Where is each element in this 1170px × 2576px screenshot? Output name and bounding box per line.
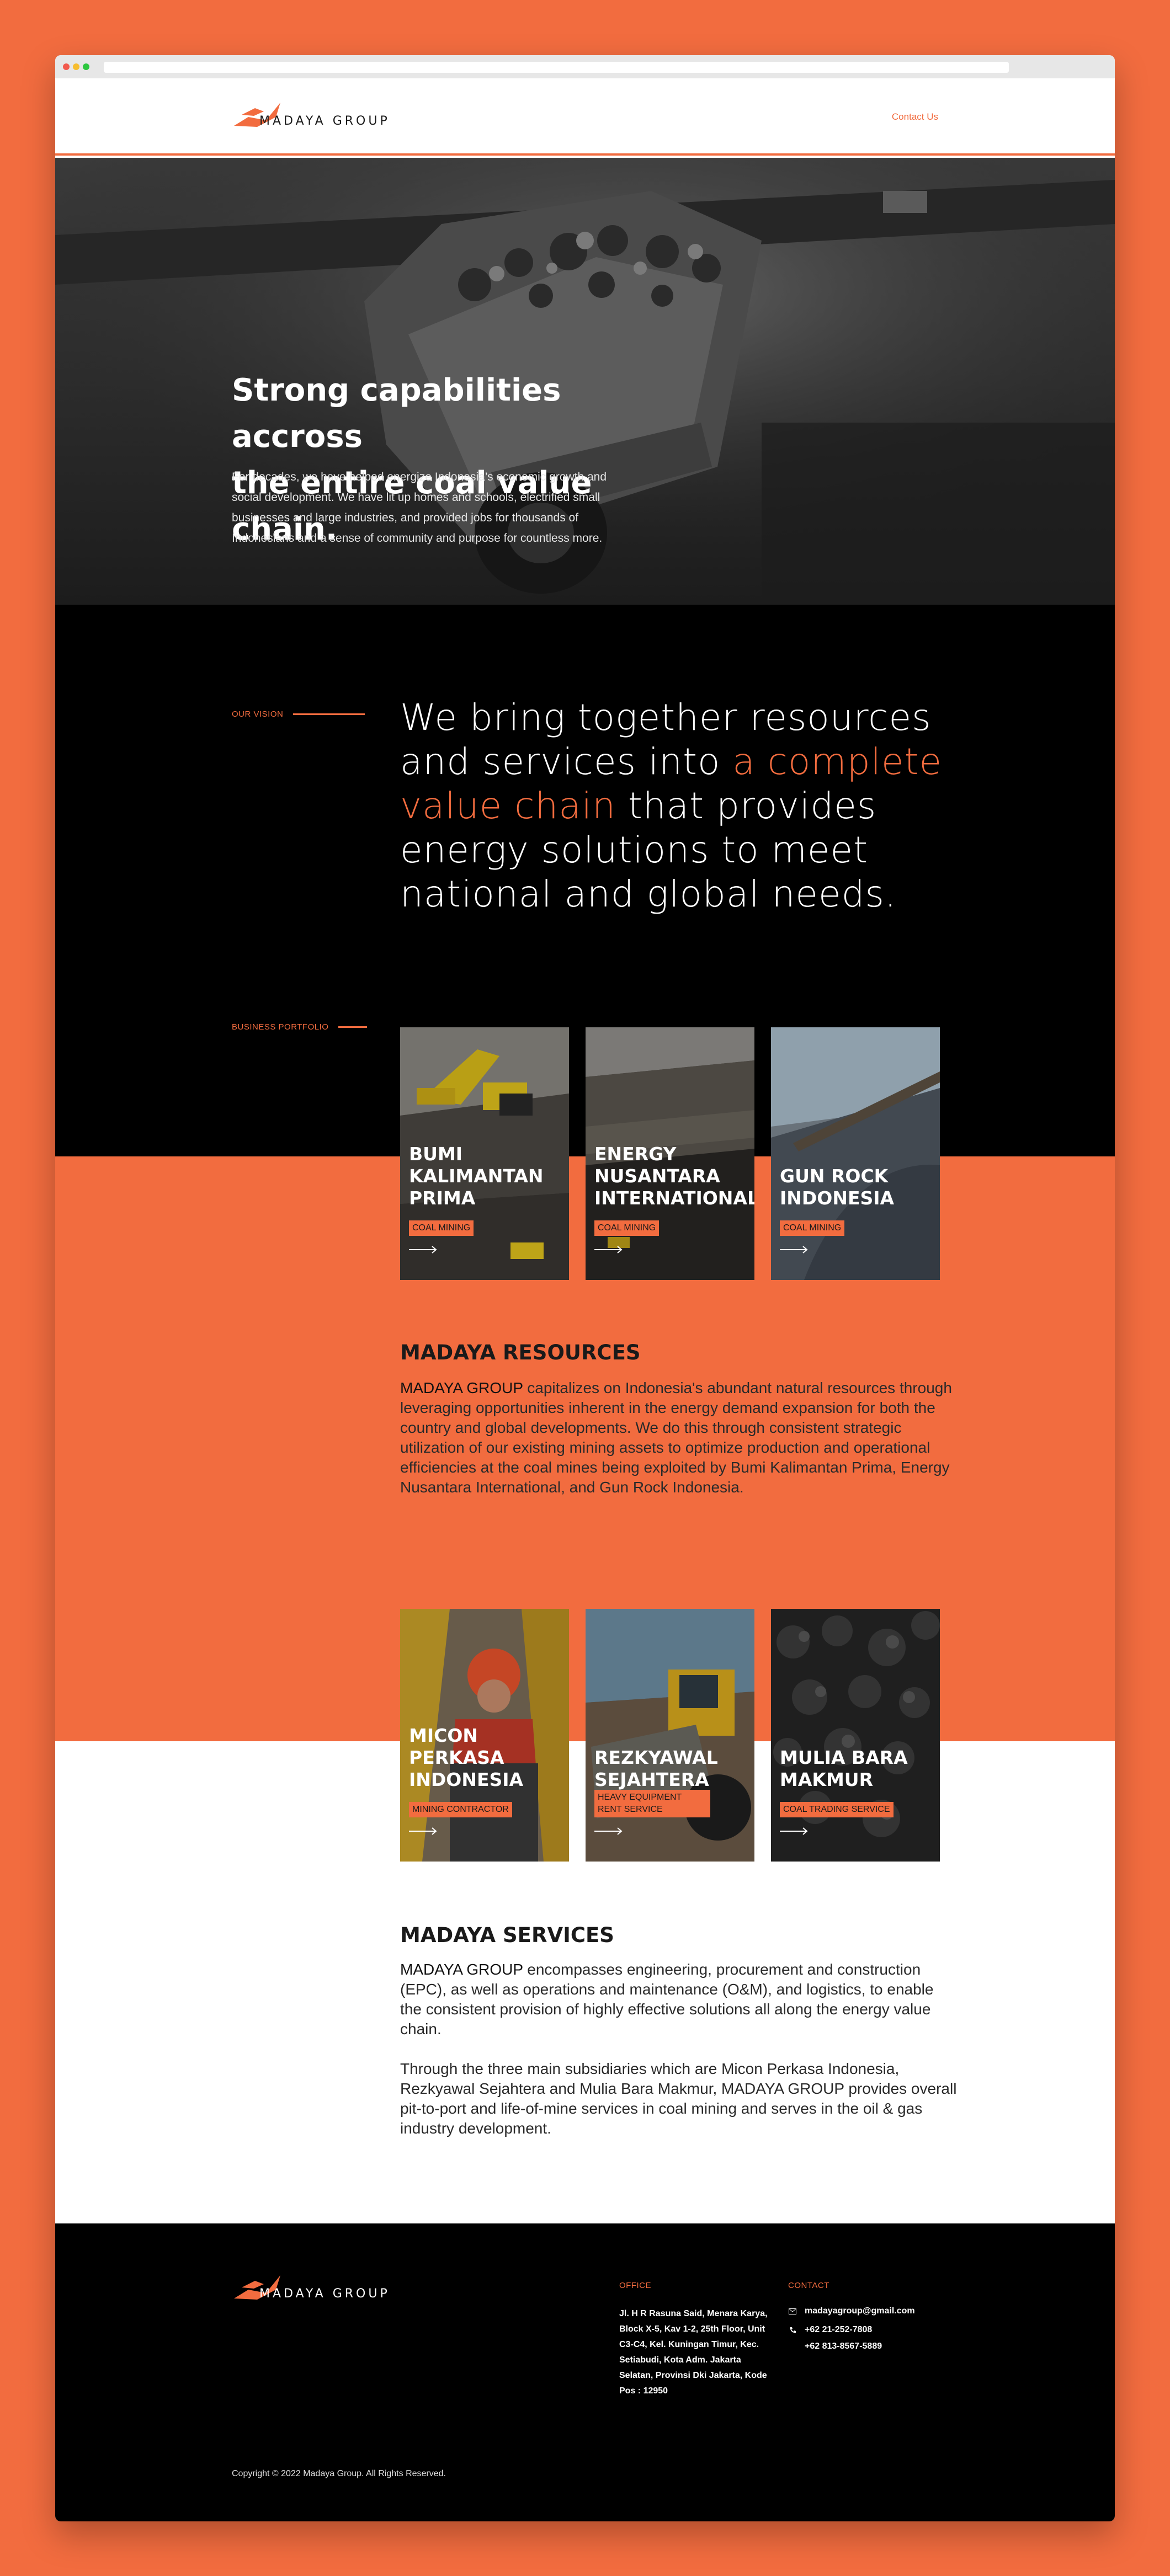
resources-heading: MADAYA RESOURCES: [400, 1341, 641, 1364]
card-title: GUN ROCK INDONESIA: [780, 1165, 895, 1209]
phone-text: +62 21-252-7808: [805, 2325, 873, 2334]
office-address: Jl. H R Rasuna Said, Menara Karya, Block…: [619, 2309, 768, 2396]
header-logo[interactable]: MADAYA GROUP: [232, 98, 390, 129]
phone-link-2[interactable]: +62 813-8567-5889: [788, 2342, 882, 2351]
address-bar[interactable]: [104, 62, 1009, 73]
resources-description: MADAYA GROUP capitalizes on Indonesia's …: [400, 1378, 958, 1497]
card-tag: COAL MINING: [780, 1220, 845, 1236]
mail-icon: [788, 2307, 797, 2316]
logo-text: MADAYA GROUP: [259, 2287, 390, 2301]
hero-section: Strong capabilities accross the entire c…: [55, 158, 1115, 605]
arrow-right-icon: [594, 1246, 623, 1254]
logo-text: MADAYA GROUP: [259, 114, 390, 128]
portfolio-card-gun-rock-indonesia[interactable]: GUN ROCK INDONESIA COAL MINING: [771, 1027, 940, 1280]
maximize-window-button[interactable]: [83, 63, 89, 70]
arrow-right-icon: [409, 1827, 437, 1835]
services-description-2: Through the three main subsidiaries whic…: [400, 2060, 957, 2137]
arrow-right-icon: [780, 1827, 808, 1835]
office-label: OFFICE: [619, 2281, 651, 2290]
vision-statement: We bring together resources and services…: [400, 696, 963, 916]
card-title: MICON PERKASA INDONESIA: [409, 1725, 524, 1790]
site-header: MADAYA GROUP Contact Us: [55, 78, 1115, 156]
arrow-right-icon: [594, 1827, 623, 1835]
portfolio-label-text: BUSINESS PORTFOLIO: [232, 1022, 329, 1032]
card-tag: COAL MINING: [409, 1220, 474, 1236]
close-window-button[interactable]: [63, 63, 70, 70]
card-title: BUMI KALIMANTAN PRIMA: [409, 1143, 544, 1209]
email-link[interactable]: madayagroup@gmail.com: [788, 2306, 915, 2316]
label-divider: [338, 1026, 368, 1028]
card-title: MULIA BARA MAKMUR: [780, 1747, 908, 1790]
hero-description: For decades, we have helped energize Ind…: [232, 471, 607, 545]
arrow-right-icon: [409, 1246, 437, 1254]
portfolio-card-mulia-bara-makmur[interactable]: MULIA BARA MAKMUR COAL TRADING SERVICE: [771, 1609, 940, 1862]
services-brand: MADAYA GROUP: [400, 1961, 523, 1978]
vision-section: OUR VISION We bring together resources a…: [55, 605, 1115, 1156]
card-tag: COAL MINING: [594, 1220, 660, 1236]
portfolio-label: BUSINESS PORTFOLIO: [232, 1022, 368, 1032]
portfolio-card-rezkyawal-sejahtera[interactable]: REZKYAWAL SEJAHTERA HEAVY EQUIPMENT RENT…: [586, 1609, 754, 1862]
portfolio-card-micon-perkasa-indonesia[interactable]: MICON PERKASA INDONESIA MINING CONTRACTO…: [400, 1609, 569, 1862]
site-footer: MADAYA GROUP OFFICE Jl. H R Rasuna Said,…: [55, 2223, 1115, 2521]
card-tag: COAL TRADING SERVICE: [780, 1802, 894, 1817]
card-photo-conveyor: [771, 1027, 940, 1280]
phone-link-1[interactable]: +62 21-252-7808: [788, 2325, 872, 2335]
hero-title-line-1: Strong capabilities accross: [232, 372, 561, 455]
card-title: ENERGY NUSANTARA INTERNATIONAL: [594, 1143, 754, 1209]
browser-chrome: [55, 55, 1115, 78]
browser-window: MADAYA GROUP Contact Us Strong capabilit…: [55, 55, 1115, 2521]
resources-description-text: capitalizes on Indonesia's abundant natu…: [400, 1379, 952, 1496]
contact-label: CONTACT: [788, 2281, 829, 2290]
card-photo-coal-pile: [771, 1609, 940, 1862]
portfolio-card-energy-nusantara-international[interactable]: ENERGY NUSANTARA INTERNATIONAL COAL MINI…: [586, 1027, 754, 1280]
email-text: madayagroup@gmail.com: [805, 2306, 915, 2316]
label-divider: [293, 713, 365, 715]
vision-label: OUR VISION: [232, 710, 365, 719]
contact-us-link[interactable]: Contact Us: [892, 111, 938, 122]
services-description-1: MADAYA GROUP encompasses engineering, pr…: [400, 1960, 958, 2039]
card-photo-loader: [586, 1609, 754, 1862]
portfolio-card-bumi-kalimantan-prima[interactable]: BUMI KALIMANTAN PRIMA COAL MINING: [400, 1027, 569, 1280]
phone-text: +62 813-8567-5889: [805, 2342, 882, 2351]
arrow-right-icon: [780, 1246, 808, 1254]
card-title: REZKYAWAL SEJAHTERA: [594, 1747, 718, 1790]
vision-label-text: OUR VISION: [232, 710, 284, 719]
phone-icon: [788, 2326, 797, 2334]
resources-brand: MADAYA GROUP: [400, 1379, 523, 1396]
card-tag: HEAVY EQUIPMENT RENT SERVICE: [594, 1790, 710, 1817]
footer-logo[interactable]: MADAYA GROUP: [232, 2271, 390, 2302]
card-tag: MINING CONTRACTOR: [409, 1802, 512, 1817]
minimize-window-button[interactable]: [73, 63, 79, 70]
services-heading: MADAYA SERVICES: [400, 1923, 614, 1947]
copyright-text: Copyright © 2022 Madaya Group. All Right…: [232, 2469, 446, 2478]
